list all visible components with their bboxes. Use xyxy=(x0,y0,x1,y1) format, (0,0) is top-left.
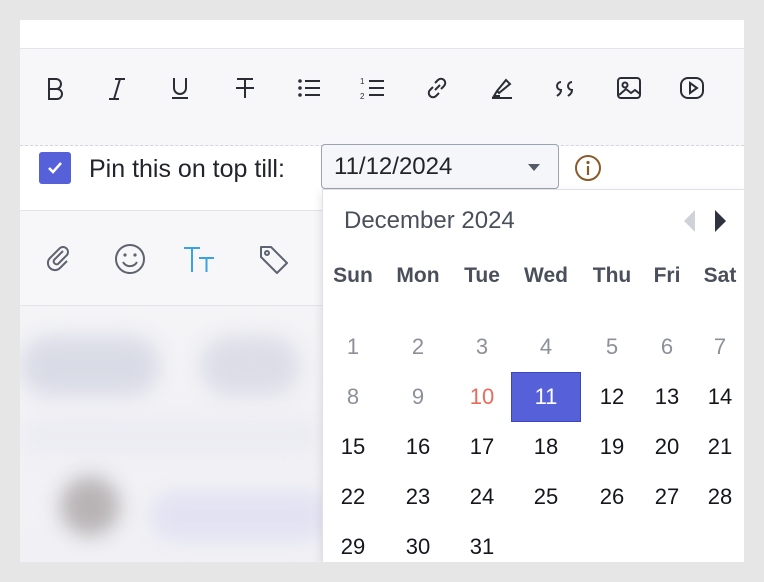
text-format-icon[interactable] xyxy=(181,241,217,277)
calendar-day[interactable]: 24 xyxy=(447,472,517,522)
quote-icon[interactable] xyxy=(549,71,583,105)
previous-month-icon[interactable] xyxy=(684,210,695,232)
blurred-block xyxy=(20,416,320,456)
blurred-block xyxy=(150,491,330,541)
pin-checkbox[interactable] xyxy=(39,152,71,184)
weekday-header: Tue xyxy=(464,264,500,287)
weekday-header: Wed xyxy=(524,264,568,287)
calendar-day[interactable]: 22 xyxy=(318,472,388,522)
bullet-list-icon[interactable] xyxy=(292,71,326,105)
pin-date-value: 11/12/2024 xyxy=(334,153,453,180)
formatting-toolbar: 12 xyxy=(20,49,744,146)
calendar-day: 9 xyxy=(411,384,425,409)
pin-date-select[interactable]: 11/12/2024 xyxy=(321,144,559,189)
post-editor-panel: 12 Pin this on top till: 11/12/2024 Dece… xyxy=(20,20,744,562)
blurred-block xyxy=(200,336,300,396)
svg-text:1: 1 xyxy=(360,77,365,86)
image-icon[interactable] xyxy=(612,71,646,105)
calendar-day[interactable]: 28 xyxy=(685,472,744,522)
calendar-day[interactable]: 14 xyxy=(685,372,744,422)
avatar xyxy=(60,476,120,536)
link-icon[interactable] xyxy=(420,71,454,105)
calendar-day-selected[interactable]: 11 xyxy=(511,372,581,422)
calendar-day[interactable]: 15 xyxy=(318,422,388,472)
emoji-icon[interactable] xyxy=(112,241,148,277)
calendar-day: 8 xyxy=(346,384,360,409)
calendar-day[interactable]: 30 xyxy=(383,522,453,562)
pin-label: Pin this on top till: xyxy=(89,155,285,183)
italic-icon[interactable] xyxy=(100,71,134,105)
calendar-day[interactable]: 16 xyxy=(383,422,453,472)
chevron-down-icon xyxy=(528,164,540,171)
calendar-day: 7 xyxy=(713,334,727,359)
calendar-day[interactable]: 18 xyxy=(511,422,581,472)
calendar-day[interactable]: 25 xyxy=(511,472,581,522)
calendar-day: 4 xyxy=(539,334,553,359)
calendar-month-label: December 2024 xyxy=(344,207,515,234)
calendar-day[interactable]: 10 xyxy=(447,372,517,422)
calendar-day[interactable]: 31 xyxy=(447,522,517,562)
date-picker-popup: December 2024 Sun Mon Tue Wed Thu Fri Sat 1 2 3 4 5… xyxy=(322,189,744,562)
calendar-day: 3 xyxy=(475,334,489,359)
tag-icon[interactable] xyxy=(256,241,292,277)
calendar-day[interactable]: 17 xyxy=(447,422,517,472)
calendar-day[interactable]: 21 xyxy=(685,422,744,472)
weekday-header: Mon xyxy=(396,264,440,287)
svg-text:2: 2 xyxy=(360,92,365,101)
attachment-icon[interactable] xyxy=(41,241,77,277)
underline-icon[interactable] xyxy=(163,71,197,105)
calendar-day[interactable]: 23 xyxy=(383,472,453,522)
weekday-header: Sat xyxy=(703,264,737,287)
checkmark-icon xyxy=(48,162,62,174)
numbered-list-icon[interactable]: 12 xyxy=(356,71,390,105)
info-icon[interactable] xyxy=(574,154,602,182)
blurred-block xyxy=(20,336,160,396)
next-month-icon[interactable] xyxy=(715,210,726,232)
calendar-day: 2 xyxy=(411,334,425,359)
editor-top-strip xyxy=(20,20,744,49)
bold-icon[interactable] xyxy=(38,71,72,105)
weekday-header: Sun xyxy=(333,264,373,287)
calendar-day[interactable]: 29 xyxy=(318,522,388,562)
video-icon[interactable] xyxy=(675,71,709,105)
highlighter-icon[interactable] xyxy=(485,71,519,105)
strikethrough-icon[interactable] xyxy=(228,71,262,105)
calendar-day: 1 xyxy=(346,334,360,359)
